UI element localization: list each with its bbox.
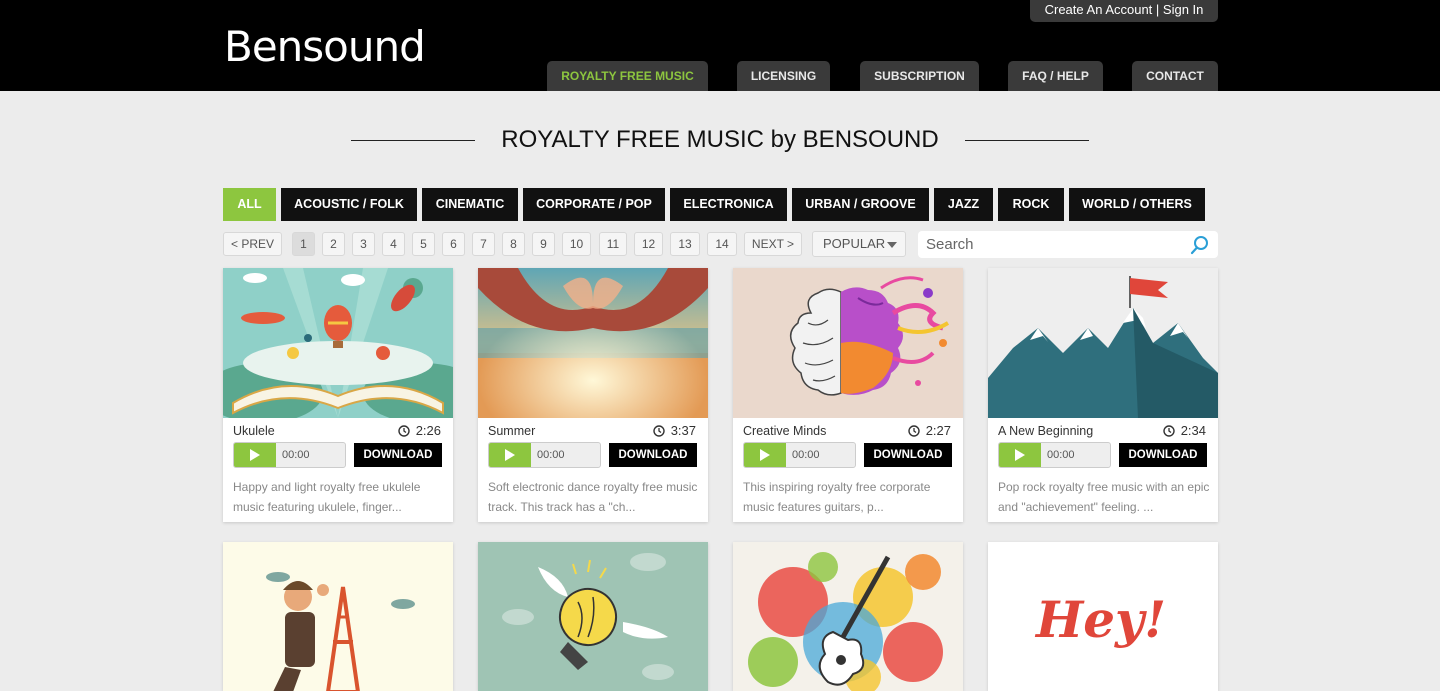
track-title[interactable]: Summer <box>488 424 535 438</box>
track-artwork[interactable] <box>223 268 453 418</box>
track-card-guitar <box>733 542 963 691</box>
category-electronica[interactable]: ELECTRONICA <box>670 188 787 221</box>
next-page-button[interactable]: NEXT > <box>744 232 802 256</box>
track-artwork[interactable] <box>733 268 963 418</box>
player-time: 00:00 <box>537 449 565 461</box>
track-duration: 2:26 <box>397 423 441 438</box>
audio-player: 00:00 <box>233 442 346 468</box>
audio-player: 00:00 <box>488 442 601 468</box>
search-input[interactable] <box>918 231 1182 258</box>
page-8[interactable]: 8 <box>502 232 525 256</box>
nav-tab-licensing[interactable]: LICENSING <box>737 61 830 91</box>
track-card-ukulele: Ukulele 2:26 00:00 DOWNLOAD Happy and li… <box>223 268 453 522</box>
search-box <box>918 231 1218 258</box>
sort-value: POPULAR <box>823 236 886 251</box>
track-duration: 2:27 <box>907 423 951 438</box>
prev-page-button[interactable]: < PREV <box>223 232 282 256</box>
page-title: ROYALTY FREE MUSIC by BENSOUND <box>501 126 939 153</box>
track-artwork[interactable] <box>478 268 708 418</box>
track-artwork[interactable] <box>478 542 708 691</box>
track-card-lightbulb <box>478 542 708 691</box>
track-title[interactable]: A New Beginning <box>998 424 1093 438</box>
player-time: 00:00 <box>1047 449 1075 461</box>
category-rock[interactable]: ROCK <box>998 188 1064 221</box>
track-title[interactable]: Ukulele <box>233 424 275 438</box>
search-icon[interactable] <box>1190 235 1210 255</box>
nav-tab-royalty-free-music[interactable]: ROYALTY FREE MUSIC <box>547 61 708 91</box>
duration-value: 2:26 <box>415 423 441 438</box>
download-button[interactable]: DOWNLOAD <box>1119 443 1207 467</box>
page-3[interactable]: 3 <box>352 232 375 256</box>
category-acoustic-folk[interactable]: ACOUSTIC / FOLK <box>281 188 417 221</box>
category-corporate-pop[interactable]: CORPORATE / POP <box>523 188 665 221</box>
category-world-others[interactable]: WORLD / OTHERS <box>1069 188 1205 221</box>
clock-icon <box>652 425 665 437</box>
play-icon[interactable] <box>999 443 1041 467</box>
hey-lettering: Hey! <box>1034 590 1166 649</box>
page-1[interactable]: 1 <box>292 232 315 256</box>
track-card-summer: Summer 3:37 00:00 DOWNLOAD Soft electron… <box>478 268 708 522</box>
track-artwork[interactable] <box>988 268 1218 418</box>
page-7[interactable]: 7 <box>472 232 495 256</box>
page-4[interactable]: 4 <box>382 232 405 256</box>
logo[interactable]: Bensound <box>224 22 426 71</box>
nav-tab-contact[interactable]: CONTACT <box>1132 61 1218 91</box>
site-header: Bensound Create An Account | Sign In ROY… <box>0 0 1440 91</box>
category-urban-groove[interactable]: URBAN / GROOVE <box>792 188 929 221</box>
player-time: 00:00 <box>792 449 820 461</box>
page-title-wrap: ROYALTY FREE MUSIC by BENSOUND <box>351 126 1089 156</box>
duration-value: 2:34 <box>1180 423 1206 438</box>
account-separator: | <box>1152 2 1163 17</box>
page-2[interactable]: 2 <box>322 232 345 256</box>
track-title[interactable]: Creative Minds <box>743 424 826 438</box>
track-card-hey: Hey! <box>988 542 1218 691</box>
track-duration: 2:34 <box>1162 423 1206 438</box>
page-9[interactable]: 9 <box>532 232 555 256</box>
nav-tab-subscription[interactable]: SUBSCRIPTION <box>860 61 979 91</box>
duration-value: 3:37 <box>670 423 696 438</box>
duration-value: 2:27 <box>925 423 951 438</box>
track-card-a-new-beginning: A New Beginning 2:34 00:00 DOWNLOAD Pop … <box>988 268 1218 522</box>
track-description: This inspiring royalty free corporate mu… <box>743 480 931 514</box>
track-card-creative-minds: Creative Minds 2:27 00:00 DOWNLOAD This … <box>733 268 963 522</box>
download-button[interactable]: DOWNLOAD <box>864 443 952 467</box>
track-artwork[interactable] <box>223 542 453 691</box>
nav-tab-faq-help[interactable]: FAQ / HELP <box>1008 61 1103 91</box>
sort-select[interactable]: POPULAR <box>812 231 906 257</box>
track-description: Soft electronic dance royalty free music… <box>488 480 698 514</box>
chevron-down-icon <box>887 242 897 248</box>
track-card-paris <box>223 542 453 691</box>
track-artwork[interactable] <box>733 542 963 691</box>
track-artwork[interactable]: Hey! <box>988 542 1218 691</box>
download-button[interactable]: DOWNLOAD <box>354 443 442 467</box>
play-icon[interactable] <box>234 443 276 467</box>
category-cinematic[interactable]: CINEMATIC <box>422 188 518 221</box>
page-11[interactable]: 11 <box>599 232 627 256</box>
page-12[interactable]: 12 <box>634 232 663 256</box>
page-14[interactable]: 14 <box>707 232 737 256</box>
page-5[interactable]: 5 <box>412 232 435 256</box>
clock-icon <box>397 425 410 437</box>
audio-player: 00:00 <box>998 442 1111 468</box>
page-6[interactable]: 6 <box>442 232 465 256</box>
audio-player: 00:00 <box>743 442 856 468</box>
create-account-link[interactable]: Create An Account <box>1045 2 1153 17</box>
sign-in-link[interactable]: Sign In <box>1163 2 1203 17</box>
page-10[interactable]: 10 <box>562 232 591 256</box>
category-all[interactable]: ALL <box>223 188 276 221</box>
page-13[interactable]: 13 <box>670 232 700 256</box>
category-jazz[interactable]: JAZZ <box>934 188 993 221</box>
track-description: Pop rock royalty free music with an epic… <box>998 480 1210 514</box>
track-duration: 3:37 <box>652 423 696 438</box>
download-button[interactable]: DOWNLOAD <box>609 443 697 467</box>
track-description: Happy and light royalty free ukulele mus… <box>233 480 421 514</box>
play-icon[interactable] <box>744 443 786 467</box>
account-links: Create An Account | Sign In <box>1030 0 1218 22</box>
player-time: 00:00 <box>282 449 310 461</box>
clock-icon <box>1162 425 1175 437</box>
play-icon[interactable] <box>489 443 531 467</box>
clock-icon <box>907 425 920 437</box>
